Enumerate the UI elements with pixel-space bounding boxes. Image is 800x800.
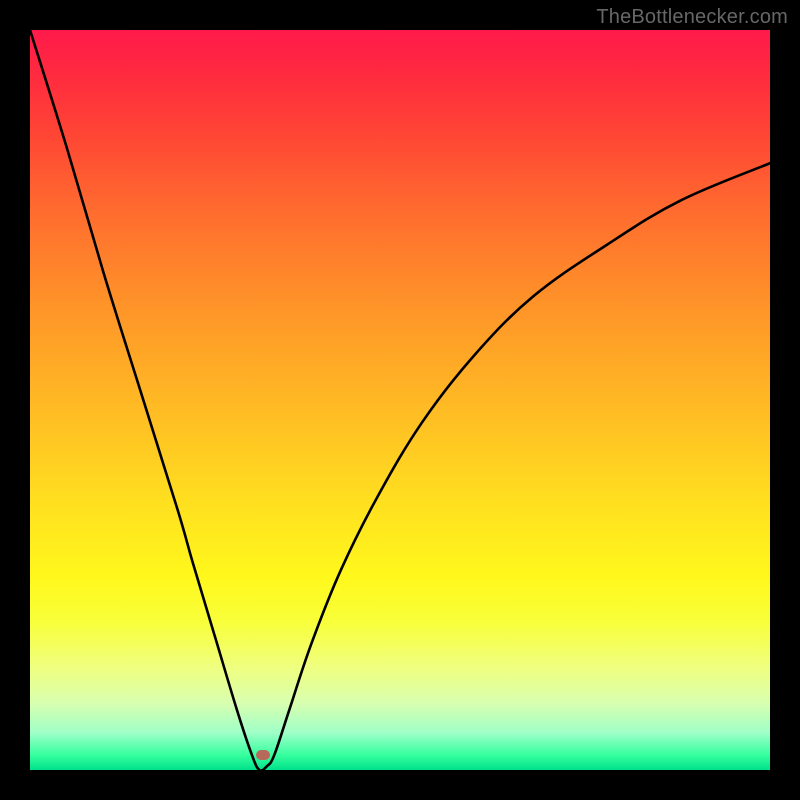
plot-area: [30, 30, 770, 770]
optimal-point-marker: [256, 750, 270, 760]
curve-svg: [30, 30, 770, 770]
chart-frame: TheBottlenecker.com: [0, 0, 800, 800]
bottleneck-curve: [30, 30, 770, 770]
watermark-text: TheBottlenecker.com: [596, 6, 788, 29]
